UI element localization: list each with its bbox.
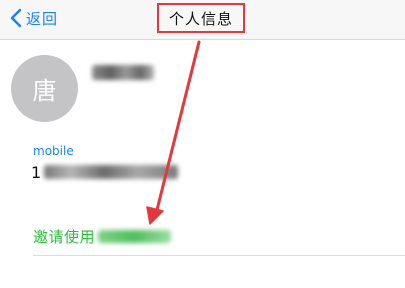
avatar[interactable]: 唐 bbox=[11, 55, 78, 122]
back-button[interactable]: 返回 bbox=[10, 6, 58, 30]
chevron-left-icon bbox=[10, 8, 22, 28]
divider bbox=[33, 255, 405, 256]
back-button-label: 返回 bbox=[26, 9, 59, 28]
page-title: 个人信息 bbox=[157, 3, 245, 33]
mobile-label: mobile bbox=[33, 144, 74, 158]
mobile-value[interactable]: 1 bbox=[31, 162, 179, 182]
invite-label: 邀请使用 bbox=[33, 227, 96, 246]
mobile-number-redacted bbox=[44, 165, 179, 179]
invite-button[interactable]: 邀请使用 bbox=[33, 225, 172, 247]
invite-app-name-redacted bbox=[98, 229, 172, 243]
mobile-value-prefix: 1 bbox=[31, 162, 42, 182]
profile-name-redacted bbox=[92, 65, 154, 80]
navigation-bar: 返回 个人信息 bbox=[0, 0, 405, 40]
